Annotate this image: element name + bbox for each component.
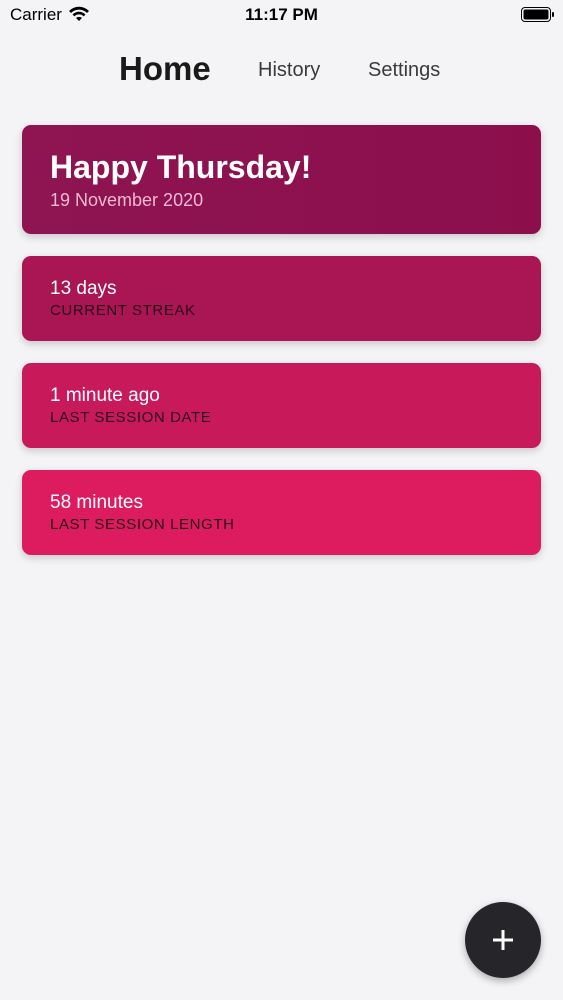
tab-home[interactable]: Home (119, 50, 211, 90)
add-session-button[interactable] (465, 902, 541, 978)
last-session-length-value: 58 minutes (50, 492, 143, 513)
plus-icon (465, 902, 541, 978)
current-streak-card: 13 days CURRENT STREAK (22, 256, 541, 341)
greeting-title: Happy Thursday! (50, 149, 312, 185)
battery-icon (521, 7, 555, 22)
top-tab-bar: Home History Settings (0, 50, 563, 90)
current-streak-value: 13 days (50, 278, 117, 299)
status-bar: Carrier 11:17 PM (0, 0, 563, 30)
current-streak-label: CURRENT STREAK (50, 302, 196, 319)
last-session-length-label: LAST SESSION LENGTH (50, 516, 235, 533)
greeting-card: Happy Thursday! 19 November 2020 (22, 125, 541, 234)
tab-history[interactable]: History (258, 59, 320, 90)
greeting-date: 19 November 2020 (50, 190, 204, 210)
last-session-date-card: 1 minute ago LAST SESSION DATE (22, 363, 541, 448)
status-time: 11:17 PM (245, 5, 318, 24)
tab-settings[interactable]: Settings (368, 59, 440, 90)
last-session-date-label: LAST SESSION DATE (50, 409, 212, 426)
last-session-date-value: 1 minute ago (50, 385, 160, 406)
last-session-length-card: 58 minutes LAST SESSION LENGTH (22, 470, 541, 555)
